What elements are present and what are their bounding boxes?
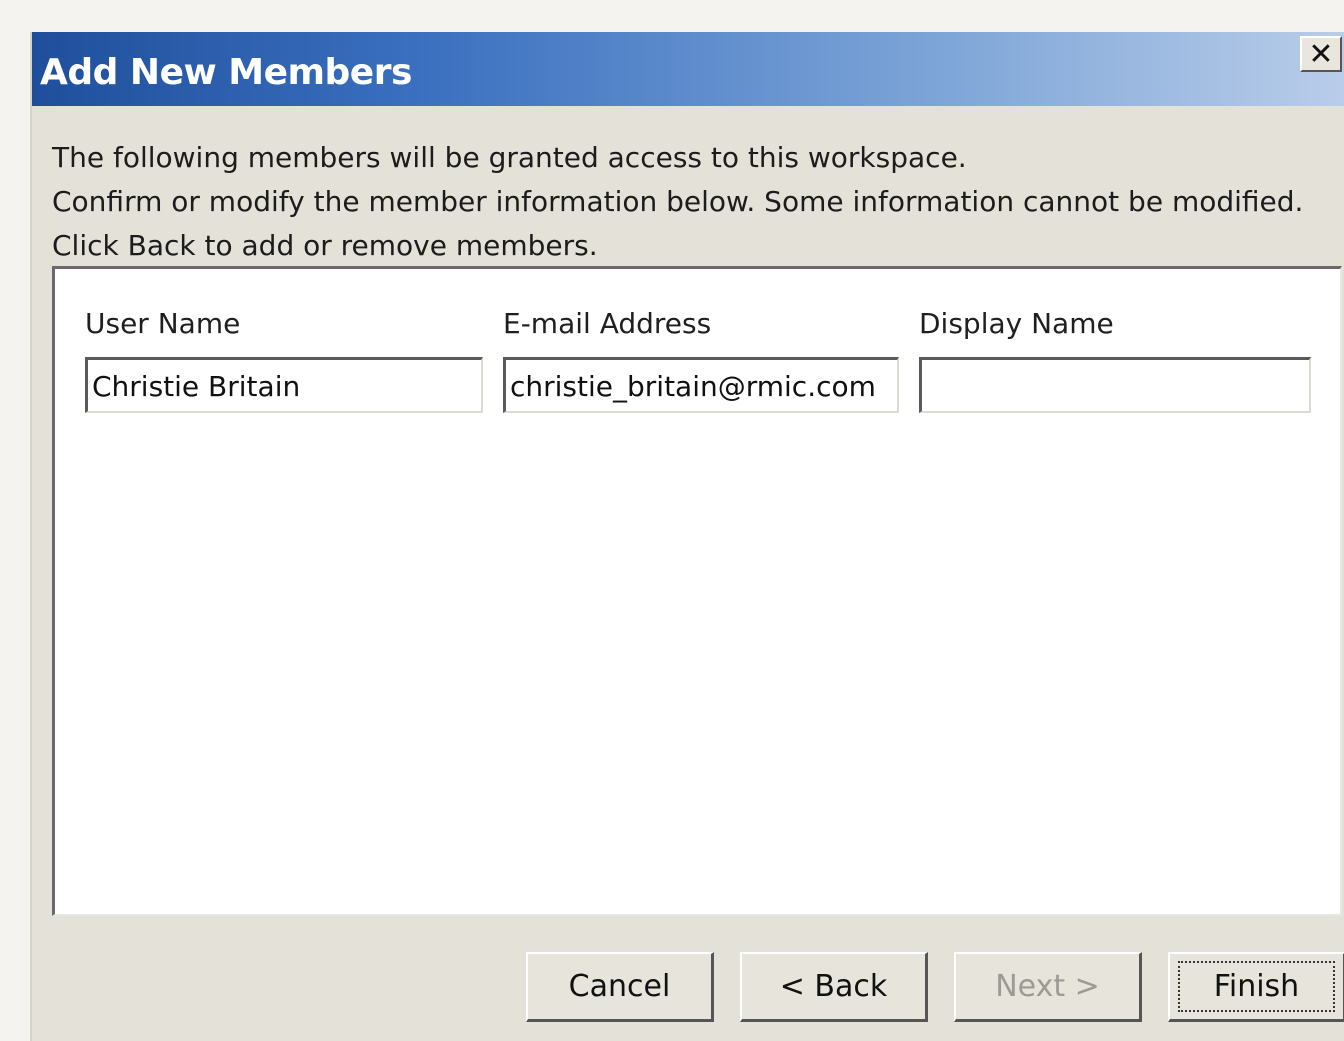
instruction-line-1: The following members will be granted ac… [52,141,967,174]
cancel-button[interactable]: Cancel [526,952,714,1022]
user-name-label: User Name [85,307,241,340]
back-button[interactable]: < Back [740,952,928,1022]
next-button[interactable]: Next > [954,952,1142,1022]
email-field[interactable]: christie_britain@rmic.com [503,357,899,413]
email-column: E-mail Address christie_britain@rmic.com [503,307,899,413]
instruction-line-2: Confirm or modify the member information… [52,185,1304,218]
display-name-label: Display Name [919,307,1114,340]
user-name-column: User Name Christie Britain [85,307,483,413]
close-icon: ✕ [1308,36,1334,72]
finish-button[interactable]: Finish [1168,952,1344,1022]
email-label: E-mail Address [503,307,712,340]
dialog-title: Add New Members [40,52,412,93]
close-button[interactable]: ✕ [1300,36,1342,72]
user-name-field[interactable]: Christie Britain [85,357,483,413]
display-name-field[interactable] [919,357,1311,413]
title-bar: Add New Members ✕ [32,32,1344,106]
display-name-column: Display Name [919,307,1311,413]
instructions: The following members will be granted ac… [52,136,1322,268]
instruction-line-3: Click Back to add or remove members. [52,229,598,262]
members-panel: User Name Christie Britain E-mail Addres… [52,266,1342,916]
add-new-members-dialog: Add New Members ✕ The following members … [30,32,1344,1041]
finish-label: Finish [1177,961,1336,1012]
